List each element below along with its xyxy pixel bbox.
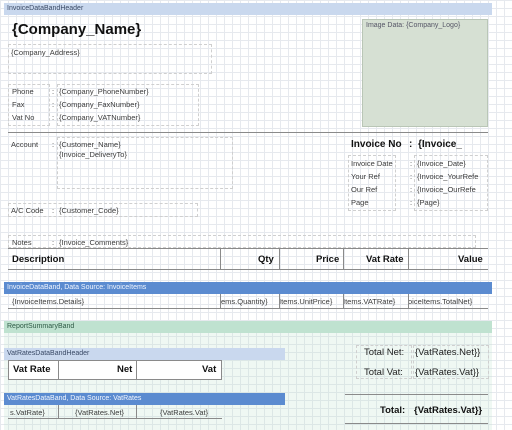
cell-unit-price[interactable]: Items.UnitPrice} [279, 297, 341, 306]
header-qty[interactable]: Qty [258, 254, 274, 265]
row-sep-2 [279, 294, 280, 308]
invoice-no-sep: : [409, 139, 413, 150]
company-name[interactable]: {Company_Name} [12, 21, 141, 38]
header-description[interactable]: Description [12, 254, 64, 265]
invoice-no-label[interactable]: Invoice No [351, 139, 402, 150]
vat-header-net[interactable]: Net [117, 364, 132, 375]
vat-row-bottom [8, 418, 222, 419]
band-vat-header[interactable]: VatRatesDataBandHeader [4, 348, 285, 360]
contact-values-box [57, 84, 199, 126]
cell-total-net[interactable]: oiceItems.TotalNet} [408, 297, 488, 306]
band-report-summary[interactable]: ReportSummaryBand [4, 321, 492, 333]
date-sep: : [410, 159, 413, 168]
company-address-box [8, 44, 212, 74]
fax-sep: : [52, 100, 55, 109]
header-divider [8, 132, 488, 133]
vat-cell-vat[interactable]: {VatRates.Vat} [160, 408, 220, 417]
col-sep-3 [343, 248, 344, 269]
phone-sep: : [52, 87, 55, 96]
page-sep: : [410, 198, 413, 207]
vat-cell-net[interactable]: {VatRates.Net} [75, 408, 135, 417]
company-logo-label: Image Data: {Company_Logo} [366, 22, 461, 29]
invoice-labels-box [348, 155, 396, 211]
vat-row-sep-1 [58, 405, 59, 418]
row-bottom-line [8, 308, 488, 309]
cell-details[interactable]: {InvoiceItems.Details} [12, 297, 212, 306]
totals-labels-box [356, 345, 412, 379]
vat-row-sep-2 [136, 405, 137, 418]
delivery-box [57, 137, 233, 189]
total-value[interactable]: {VatRates.Vat}} [414, 405, 482, 416]
totals-values-box [413, 345, 489, 379]
vat-sep: : [52, 113, 55, 122]
notes-box [8, 235, 476, 248]
total-bottom-line [345, 423, 488, 424]
vat-header-vat[interactable]: Vat [202, 364, 216, 375]
vat-cell-rate[interactable]: s.VatRate} [10, 408, 60, 417]
our-ref-sep: : [410, 185, 413, 194]
cell-quantity[interactable]: ems.Quantity} [221, 297, 277, 306]
header-value[interactable]: Value [458, 254, 483, 265]
ac-code-box [8, 203, 198, 217]
vat-col-sep-1 [58, 360, 59, 380]
header-vat-rate[interactable]: Vat Rate [366, 254, 404, 265]
col-sep-4 [408, 248, 409, 269]
row-sep-3 [343, 294, 344, 308]
company-logo-image[interactable]: Image Data: {Company_Logo} [362, 19, 488, 127]
col-sep-2 [279, 248, 280, 269]
table-top-line [8, 248, 488, 249]
cell-vat-rate[interactable]: Items.VATRate} [343, 297, 405, 306]
account-label[interactable]: Account [11, 140, 38, 149]
band-invoice-header[interactable]: InvoiceDataBandHeader [4, 3, 492, 15]
row-sep-1 [220, 294, 221, 308]
invoice-no-value[interactable]: {Invoice_ [418, 139, 462, 150]
row-sep-4 [408, 294, 409, 308]
band-invoice-items[interactable]: InvoiceDataBand, Data Source: InvoiceIte… [4, 282, 492, 294]
total-label[interactable]: Total: [380, 405, 405, 416]
col-sep-1 [220, 248, 221, 269]
table-bottom-line [8, 269, 488, 270]
contact-labels-box [8, 84, 50, 126]
header-price[interactable]: Price [316, 254, 339, 265]
band-vat-rates[interactable]: VatRatesDataBand, Data Source: VatRates [4, 393, 285, 405]
vat-header-rate[interactable]: Vat Rate [13, 364, 51, 375]
total-top-line [345, 394, 488, 395]
your-ref-sep: : [410, 172, 413, 181]
invoice-values-box [414, 155, 488, 211]
vat-col-sep-2 [136, 360, 137, 380]
account-sep: : [52, 140, 55, 149]
